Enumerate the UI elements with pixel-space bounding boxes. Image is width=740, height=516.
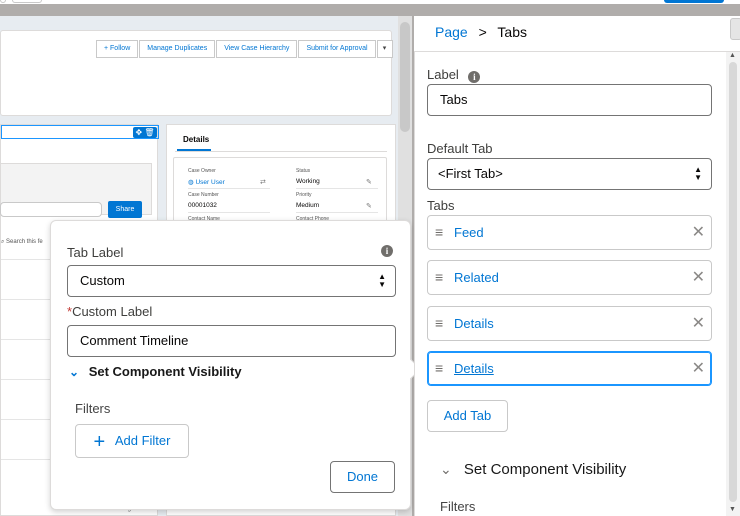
more-actions-chevron-icon[interactable]: ▾ [376, 40, 393, 58]
submit-for-approval-button[interactable]: Submit for Approval [298, 40, 376, 58]
breadcrumb-separator: > [478, 24, 487, 40]
case-owner-link: User User [195, 179, 225, 186]
search-icon: ⌕ [1, 239, 5, 245]
tab-item-details[interactable]: ≡ Details ✕ [427, 306, 712, 341]
select-arrows-icon: ▲ ▼ [694, 165, 702, 182]
tab-label-selected-value: Custom [80, 273, 125, 288]
close-icon[interactable]: ✕ [692, 352, 705, 385]
tab-item-label[interactable]: Details [454, 352, 494, 385]
drag-handle-icon[interactable]: ≡ [435, 316, 448, 330]
select-arrows-icon: ▲ ▼ [378, 272, 386, 289]
drag-handle-icon[interactable]: ≡ [435, 361, 448, 375]
custom-label-heading: *Custom Label [67, 304, 152, 319]
share-button[interactable]: Share [108, 201, 142, 218]
breadcrumb-page-link[interactable]: Page [435, 24, 468, 40]
toolbar-button-stub[interactable] [12, 0, 42, 3]
tab-item-label[interactable]: Feed [454, 216, 484, 249]
tab-item-label[interactable]: Details [454, 307, 494, 340]
done-button[interactable]: Done [330, 461, 395, 493]
follow-button[interactable]: + Follow [96, 40, 139, 58]
chevron-down-icon: ⌄ [440, 461, 452, 477]
close-icon[interactable]: ✕ [692, 261, 705, 294]
top-toolbar-strip [0, 0, 740, 4]
toolbar-button-stub[interactable] [0, 0, 6, 3]
field-divider [188, 188, 270, 189]
component-actions-icon[interactable]: ✥ 🗑 [133, 127, 157, 138]
tab-item-related[interactable]: ≡ Related ✕ [427, 260, 712, 295]
publisher-input[interactable] [0, 202, 102, 217]
field-value: 00001032 [188, 202, 217, 209]
field-value: Working [296, 178, 320, 185]
tab-item-feed[interactable]: ≡ Feed ✕ [427, 215, 712, 250]
field-label: Case Number [188, 192, 219, 198]
add-filter-button[interactable]: + Add Filter [75, 424, 189, 458]
close-icon[interactable]: ✕ [692, 216, 705, 249]
tabs-heading: Tabs [427, 198, 455, 213]
panel-header: Page > Tabs [414, 16, 740, 52]
drag-handle-icon[interactable]: ≡ [435, 225, 448, 239]
field-label: Priority [296, 192, 312, 198]
info-icon[interactable]: i [381, 245, 393, 257]
info-icon[interactable]: i [468, 71, 481, 83]
pencil-icon[interactable]: ✎ [366, 202, 372, 210]
scrollbar-thumb[interactable] [729, 62, 737, 502]
field-value-link[interactable]: ◍ User User [188, 178, 225, 186]
filters-heading: Filters [440, 499, 476, 514]
field-value: Medium [296, 202, 320, 209]
drag-handle-icon[interactable]: ≡ [435, 270, 448, 284]
tab-label-heading: Tab Label [67, 245, 124, 260]
label-heading-text: Label [427, 67, 459, 82]
feed-search[interactable]: ⌕ Search this fe [1, 239, 43, 246]
panel-visibility-toggle[interactable]: ⌄ Set Component Visibility [440, 461, 626, 478]
panel-scrollbar[interactable]: ▲ ▼ [726, 52, 740, 516]
avatar: ◍ [188, 179, 194, 186]
tab-item-details-selected[interactable]: ≡ Details ✕ [427, 351, 712, 386]
add-filter-label: Add Filter [114, 433, 171, 448]
field-label: Status [296, 168, 311, 174]
default-tab-heading: Default Tab [427, 141, 493, 156]
chevron-down-icon: ⌄ [69, 365, 80, 379]
save-button-stub[interactable] [664, 0, 724, 3]
custom-label-text: Custom Label [72, 304, 153, 319]
filters-heading: Filters [75, 401, 111, 416]
visibility-heading: Set Component Visibility [463, 461, 627, 478]
field-divider [188, 212, 270, 213]
field-label: Case Owner [188, 168, 216, 174]
breadcrumb-current: Tabs [497, 24, 527, 40]
feed-search-placeholder: Search this fe [6, 239, 43, 245]
tab-divider [175, 151, 387, 152]
breadcrumb: Page > Tabs [435, 24, 527, 40]
field-divider [296, 188, 378, 189]
component-visibility-toggle[interactable]: ⌄ Set Component Visibility [69, 364, 242, 379]
scrollbar-thumb[interactable] [400, 22, 410, 132]
view-case-hierarchy-button[interactable]: View Case Hierarchy [216, 40, 298, 58]
action-buttons: + Follow Manage Duplicates View Case Hie… [96, 40, 393, 58]
pencil-icon[interactable]: ✎ [366, 178, 372, 186]
add-tab-button[interactable]: Add Tab [427, 400, 508, 432]
field-divider [296, 212, 378, 213]
scroll-down-icon[interactable]: ▼ [729, 506, 736, 513]
collapse-panel-icon[interactable] [730, 18, 740, 40]
close-icon[interactable]: ✕ [692, 307, 705, 340]
scroll-up-icon[interactable]: ▲ [729, 52, 736, 59]
label-heading: Label i [427, 67, 481, 83]
tab-label-select[interactable]: Custom ▲ ▼ [67, 265, 396, 297]
custom-label-input[interactable]: Comment Timeline [67, 325, 396, 357]
plus-icon: + [93, 431, 106, 453]
visibility-heading: Set Component Visibility [88, 364, 242, 379]
change-owner-icon[interactable]: ⇄ [260, 178, 266, 186]
details-tab[interactable]: Details [183, 135, 209, 144]
default-tab-select[interactable]: <First Tab> ▲ ▼ [427, 158, 712, 190]
default-tab-selected-value: <First Tab> [438, 166, 503, 181]
tab-item-label[interactable]: Related [454, 261, 499, 294]
label-input[interactable]: Tabs [427, 84, 712, 116]
tab-edit-popover: Tab Label i Custom ▲ ▼ *Custom Label Comm… [50, 220, 411, 510]
manage-duplicates-button[interactable]: Manage Duplicates [139, 40, 216, 58]
